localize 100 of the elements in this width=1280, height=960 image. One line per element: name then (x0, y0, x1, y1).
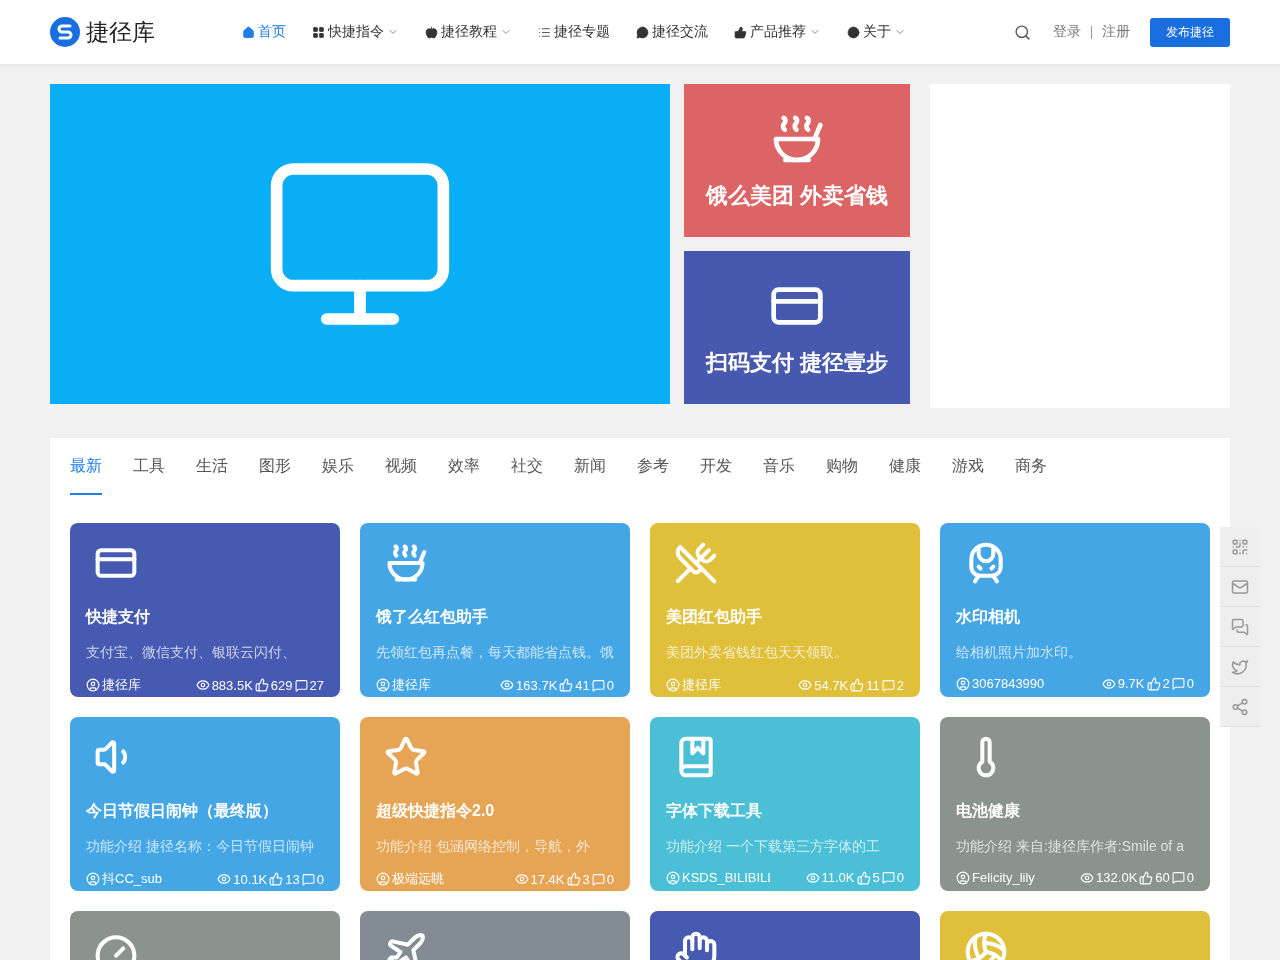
category-tab[interactable]: 娱乐 (322, 456, 354, 495)
nav-link[interactable]: 捷径教程 (425, 23, 512, 41)
comment-icon (1171, 871, 1185, 884)
category-tab[interactable]: 健康 (889, 456, 921, 495)
nav-link[interactable]: 产品推荐 (734, 23, 821, 41)
comment-icon (294, 678, 308, 692)
card-title: 电池健康 (956, 801, 1021, 821)
author-name: 抖CC_sub (102, 870, 162, 888)
comment-count: 2 (896, 677, 904, 693)
search-icon[interactable] (1014, 23, 1031, 41)
user-icon (956, 676, 970, 691)
promo-title: 饿么美团 外卖省钱 (705, 181, 889, 210)
promo-card[interactable]: 扫码支付 捷径壹步 (684, 251, 910, 404)
author-name: 捷径库 (102, 676, 141, 694)
like-count: 11 (866, 677, 880, 693)
author-name: Felicity_lily (972, 870, 1035, 885)
eye-icon (798, 678, 813, 692)
category-tab[interactable]: 社交 (511, 456, 543, 495)
thumbs-up-icon (559, 678, 574, 692)
like-count: 13 (285, 871, 300, 887)
view-count: 883.5K (211, 677, 253, 693)
user-icon (376, 872, 390, 886)
like-count: 629 (270, 677, 293, 693)
grid-icon (312, 25, 325, 39)
logo-text: 捷径库 (86, 17, 155, 47)
card-title: 字体下载工具 (666, 801, 763, 821)
eye-icon (1101, 676, 1116, 691)
register-link[interactable]: 注册 (1102, 23, 1130, 41)
card-description: 功能介绍 一个下载第三方字体的工 (666, 838, 881, 856)
thumbs-up-icon (566, 872, 581, 886)
comment-count: 0 (606, 871, 614, 887)
card-title: 饿了么红包助手 (376, 607, 489, 627)
author-name: 3067843990 (972, 676, 1045, 691)
user-icon (956, 870, 970, 885)
user-icon (666, 870, 680, 885)
shortcut-card[interactable]: 快捷支付 支付宝、微信支付、银联云闪付、 捷径库 883.5K 629 27 (70, 523, 340, 697)
category-tab[interactable]: 游戏 (952, 456, 984, 495)
card-title: 超级快捷指令2.0 (376, 801, 496, 821)
view-count: 17.4K (530, 871, 565, 887)
user-icon (376, 678, 390, 692)
category-tab[interactable]: 音乐 (763, 456, 795, 495)
home-icon (242, 25, 255, 39)
thumbs-up-icon (254, 678, 269, 692)
category-tab[interactable]: 图形 (259, 456, 291, 495)
eye-icon (514, 872, 529, 886)
category-tab[interactable]: 商务 (1015, 456, 1047, 495)
comment-icon (301, 872, 315, 886)
category-tab[interactable]: 开发 (700, 456, 732, 495)
comment-icon (591, 678, 605, 692)
user-icon (86, 678, 100, 692)
author-name: 捷径库 (682, 676, 721, 694)
thumbs-up-icon (850, 678, 865, 692)
category-tab[interactable]: 效率 (448, 456, 480, 495)
card-description: 先领红包再点餐，每天都能省点钱。饿 (376, 644, 614, 662)
category-tab[interactable]: 新闻 (574, 456, 606, 495)
nav-link[interactable]: 捷径专题 (538, 23, 610, 41)
card-title: 今日节假日闹钟（最终版） (86, 801, 279, 821)
card-title: 快捷支付 (86, 607, 151, 627)
envelope-icon (1231, 577, 1249, 596)
category-tab[interactable]: 参考 (637, 456, 669, 495)
view-count: 54.7K (814, 677, 849, 693)
thumbs-up-icon (269, 872, 284, 886)
login-link[interactable]: 登录 (1053, 23, 1081, 41)
category-tab[interactable]: 视频 (385, 456, 417, 495)
card-description: 给相机照片加水印。 (956, 644, 1083, 662)
like-count: 2 (1162, 676, 1170, 691)
card-title: 水印相机 (956, 607, 1021, 627)
share-icon (1231, 697, 1249, 716)
chat-bubble-icon (636, 25, 649, 39)
nav-link[interactable]: 快捷指令 (312, 23, 399, 41)
comment-count: 0 (606, 677, 614, 693)
category-tab[interactable]: 最新 (70, 456, 102, 495)
chat-bubbles-icon (1231, 617, 1249, 636)
thumbs-up-icon (734, 25, 747, 39)
comment-count: 0 (316, 871, 324, 887)
category-tab[interactable]: 工具 (133, 456, 165, 495)
banner-slide[interactable] (50, 84, 670, 404)
apple-icon (425, 25, 438, 39)
thumbs-up-icon (856, 870, 871, 885)
comment-count: 27 (309, 677, 324, 693)
category-tab[interactable]: 生活 (196, 456, 228, 495)
view-count: 132.0K (1096, 870, 1138, 885)
author-name: 捷径库 (392, 676, 431, 694)
nav-link[interactable]: 首页 (242, 23, 286, 41)
category-tab[interactable]: 购物 (826, 456, 858, 495)
nav-link[interactable]: 捷径交流 (636, 23, 708, 41)
card-description: 支付宝、微信支付、银联云闪付、 (86, 644, 297, 662)
card-title: 美团红包助手 (666, 607, 763, 627)
eye-icon (805, 870, 820, 885)
publish-button[interactable]: 发布捷径 (1150, 17, 1230, 47)
like-count: 41 (575, 677, 590, 693)
bird-icon (1231, 657, 1249, 676)
qr-code-icon (1231, 537, 1249, 556)
logo-icon (50, 17, 80, 47)
nav-link[interactable]: 关于 (847, 23, 906, 41)
comment-count: 0 (1186, 870, 1194, 885)
card-description: 功能介绍 来自:捷径库作者:Smile of a (956, 838, 1185, 856)
like-count: 60 (1155, 870, 1170, 885)
like-count: 5 (872, 870, 880, 885)
card-description: 美团外卖省钱红包天天领取。 (666, 644, 849, 662)
